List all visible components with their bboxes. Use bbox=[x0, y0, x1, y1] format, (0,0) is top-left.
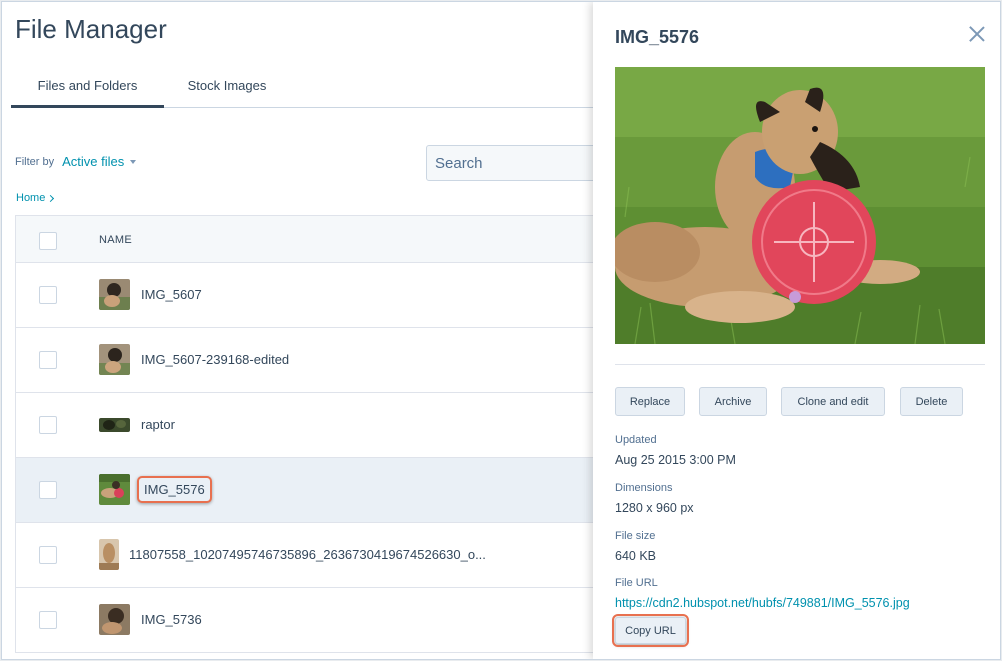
tab-files-and-folders[interactable]: Files and Folders bbox=[11, 72, 164, 108]
filter-dropdown[interactable]: Active files bbox=[62, 154, 124, 169]
row-checkbox[interactable] bbox=[39, 416, 57, 434]
file-name-link[interactable]: 11807558_10207495746735896_2636730419674… bbox=[129, 547, 486, 562]
caret-down-icon[interactable] bbox=[130, 159, 137, 164]
archive-button[interactable]: Archive bbox=[699, 387, 767, 416]
image-preview bbox=[615, 67, 985, 344]
table-row[interactable]: 11807558_10207495746735896_2636730419674… bbox=[15, 523, 605, 588]
table-row[interactable]: IMG_5607 bbox=[15, 263, 605, 328]
copy-url-button[interactable]: Copy URL bbox=[612, 614, 689, 647]
file-thumbnail[interactable] bbox=[99, 279, 130, 310]
row-checkbox[interactable] bbox=[39, 286, 57, 304]
panel-title: IMG_5576 bbox=[615, 27, 700, 47]
column-header-name: NAME bbox=[99, 234, 132, 246]
dimensions-value: 1280 x 960 px bbox=[615, 501, 694, 515]
updated-value: Aug 25 2015 3:00 PM bbox=[615, 453, 736, 467]
table-row[interactable]: IMG_5736 bbox=[15, 588, 605, 653]
file-url-link[interactable]: https://cdn2.hubspot.net/hubfs/749881/IM… bbox=[615, 596, 910, 610]
file-thumbnail[interactable] bbox=[99, 418, 130, 432]
table-row[interactable]: IMG_5607-239168-edited bbox=[15, 328, 605, 393]
replace-button[interactable]: Replace bbox=[615, 387, 685, 416]
close-icon[interactable] bbox=[968, 25, 986, 43]
dimensions-label: Dimensions bbox=[615, 482, 673, 494]
files-table: NAME IMG_5607 IMG_5607-239168-edited rap… bbox=[15, 215, 605, 653]
breadcrumb-home[interactable]: Home bbox=[16, 192, 45, 204]
file-size-label: File size bbox=[615, 530, 656, 542]
file-thumbnail[interactable] bbox=[99, 604, 130, 635]
file-thumbnail[interactable] bbox=[99, 539, 119, 570]
file-name-link[interactable]: raptor bbox=[141, 417, 175, 432]
tab-stock-images[interactable]: Stock Images bbox=[173, 72, 281, 108]
file-name-link[interactable]: IMG_5607 bbox=[141, 287, 202, 302]
clone-and-edit-button[interactable]: Clone and edit bbox=[781, 387, 885, 416]
row-checkbox[interactable] bbox=[39, 611, 57, 629]
row-checkbox[interactable] bbox=[39, 481, 57, 499]
table-row[interactable]: IMG_5576 bbox=[15, 458, 605, 523]
file-details-panel: IMG_5576 Replace Archive Clone and edit … bbox=[593, 2, 1000, 659]
file-name-link[interactable]: IMG_5576 bbox=[137, 476, 212, 503]
file-thumbnail[interactable] bbox=[99, 344, 130, 375]
panel-divider bbox=[615, 364, 985, 365]
table-row[interactable]: raptor bbox=[15, 393, 605, 458]
select-all-checkbox[interactable] bbox=[39, 232, 57, 250]
file-manager-main: File Manager Files and Folders Stock Ima… bbox=[2, 2, 606, 659]
delete-button[interactable]: Delete bbox=[900, 387, 963, 416]
page-title: File Manager bbox=[15, 14, 167, 44]
file-name-link[interactable]: IMG_5607-239168-edited bbox=[141, 352, 289, 367]
breadcrumb[interactable]: Home bbox=[16, 192, 55, 204]
row-checkbox[interactable] bbox=[39, 546, 57, 564]
filter-control: Filter by Active files bbox=[15, 154, 137, 169]
updated-label: Updated bbox=[615, 434, 657, 446]
table-header: NAME bbox=[15, 215, 605, 263]
file-thumbnail[interactable] bbox=[99, 474, 130, 505]
row-checkbox[interactable] bbox=[39, 351, 57, 369]
file-manager-window: File Manager Files and Folders Stock Ima… bbox=[1, 1, 1001, 660]
filter-label: Filter by bbox=[15, 155, 55, 168]
chevron-right-icon bbox=[47, 194, 55, 202]
search-input[interactable] bbox=[426, 145, 606, 181]
file-url-label: File URL bbox=[615, 577, 658, 589]
tab-bar: Files and Folders Stock Images bbox=[11, 72, 602, 108]
file-name-link[interactable]: IMG_5736 bbox=[141, 612, 202, 627]
file-size-value: 640 KB bbox=[615, 549, 657, 563]
